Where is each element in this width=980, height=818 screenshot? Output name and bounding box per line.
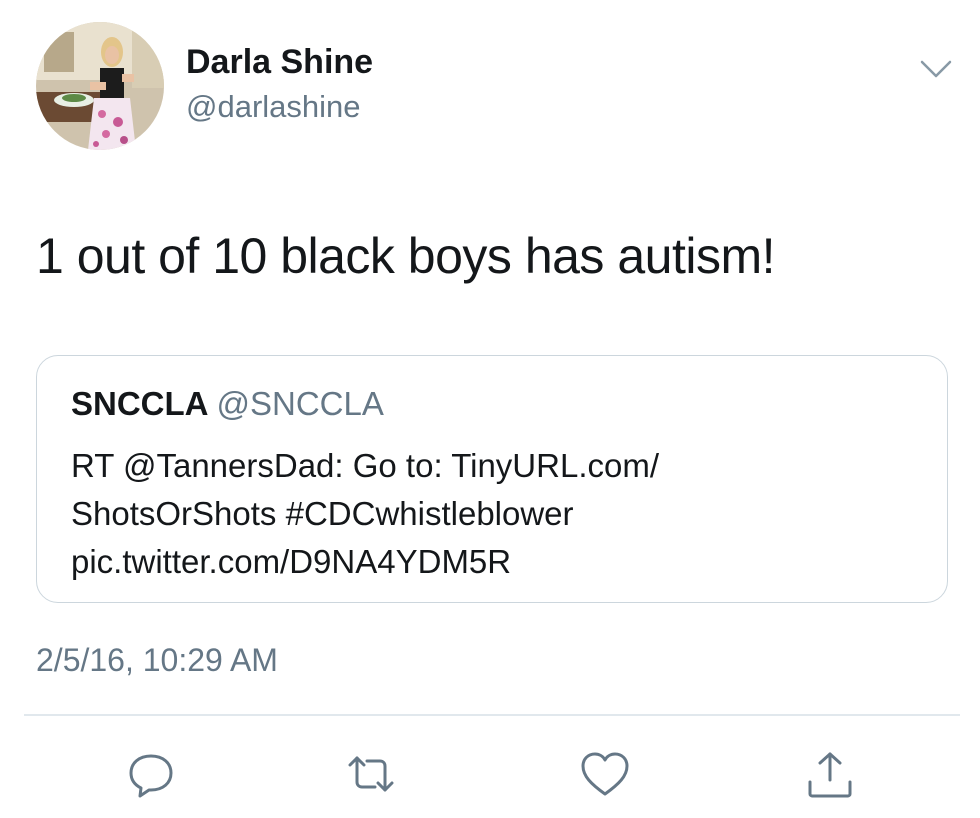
quoted-author-handle: @SNCCLA bbox=[216, 385, 384, 422]
quoted-tweet-line: pic.twitter.com/D9NA4YDM5R bbox=[71, 543, 512, 580]
reply-icon[interactable] bbox=[123, 746, 179, 802]
heart-icon[interactable] bbox=[577, 746, 633, 802]
share-icon[interactable] bbox=[802, 746, 858, 802]
author-handle[interactable]: @darlashine bbox=[186, 88, 361, 126]
quoted-tweet-line: RT @TannersDad: Go to: TinyURL.com/ bbox=[71, 447, 660, 484]
quoted-tweet-header: SNCCLA @SNCCLA bbox=[71, 384, 384, 424]
avatar[interactable] bbox=[36, 22, 164, 150]
quoted-tweet-line: ShotsOrShots #CDCwhistleblower bbox=[71, 495, 574, 532]
author-display-name[interactable]: Darla Shine bbox=[186, 42, 373, 82]
avatar-photo bbox=[36, 22, 164, 150]
quoted-tweet-card[interactable]: SNCCLA @SNCCLA RT @TannersDad: Go to: Tin… bbox=[36, 355, 948, 603]
quoted-author-name: SNCCLA bbox=[71, 385, 209, 422]
tweet-text: 1 out of 10 black boys has autism! bbox=[36, 228, 775, 284]
divider bbox=[24, 714, 960, 716]
chevron-down-icon[interactable] bbox=[916, 54, 956, 84]
quoted-tweet-text: RT @TannersDad: Go to: TinyURL.com/ Shot… bbox=[71, 442, 911, 586]
tweet-timestamp[interactable]: 2/5/16, 10:29 AM bbox=[36, 640, 278, 680]
retweet-icon[interactable] bbox=[343, 746, 399, 802]
